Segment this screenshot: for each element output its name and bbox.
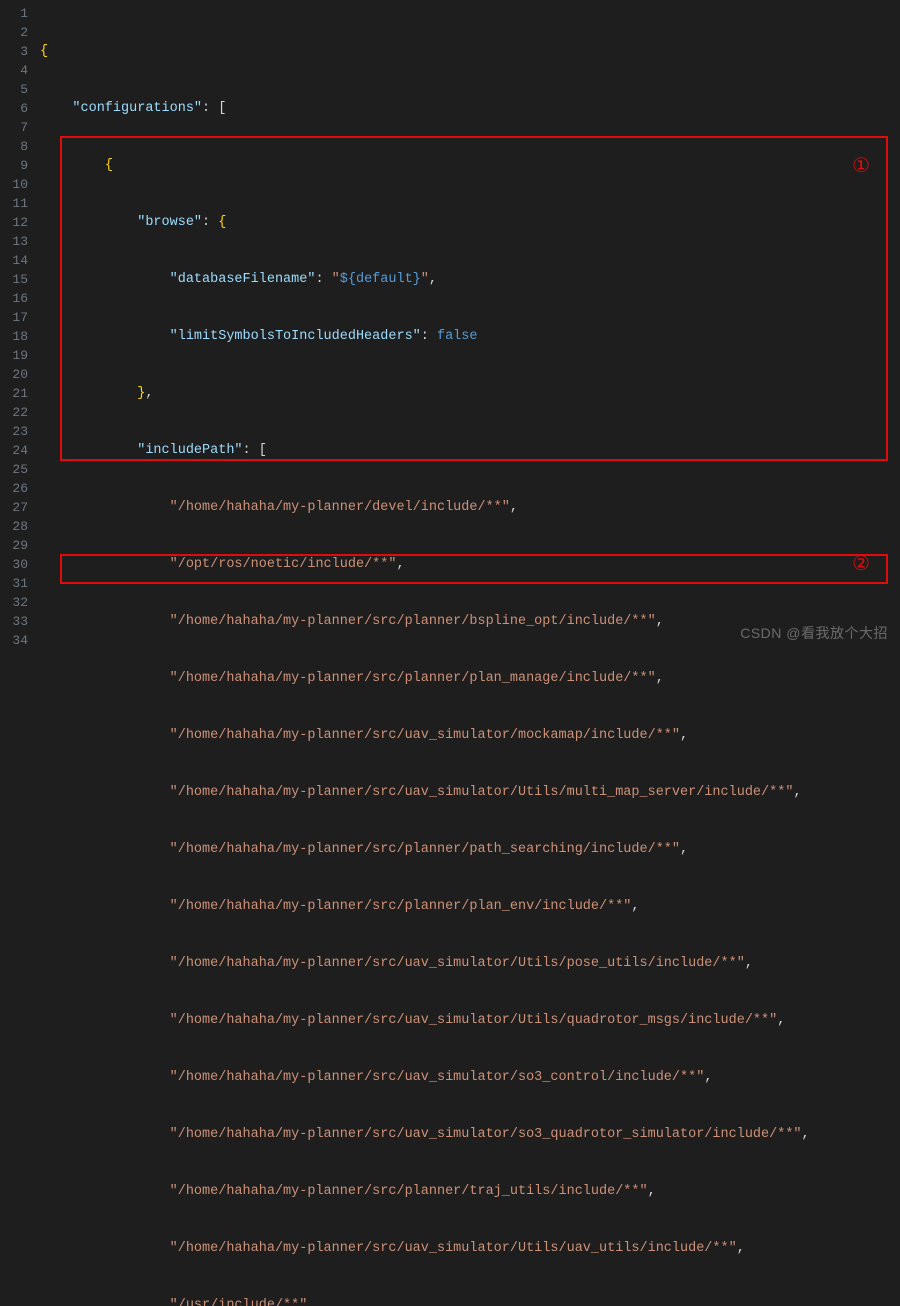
annotation-circle-2: ② [852,556,870,575]
key-browse: "browse" [137,215,202,230]
include-path: "/home/hahaha/my-planner/src/uav_simulat… [170,956,745,971]
line-number: 27 [4,498,28,517]
include-path: "/home/hahaha/my-planner/src/planner/bsp… [170,614,656,629]
line-number: 22 [4,403,28,422]
editor-pane: 1234567891011121314151617181920212223242… [0,0,900,653]
line-number: 24 [4,441,28,460]
line-number: 11 [4,194,28,213]
key-includePath: "includePath" [137,443,242,458]
key-databaseFilename: "databaseFilename" [170,272,316,287]
line-number: 34 [4,631,28,650]
include-path: "/home/hahaha/my-planner/devel/include/*… [170,500,510,515]
line-number: 26 [4,479,28,498]
line-number: 3 [4,42,28,61]
line-number: 6 [4,99,28,118]
line-number: 23 [4,422,28,441]
include-path: "/home/hahaha/my-planner/src/planner/tra… [170,1184,648,1199]
var-default: ${default} [340,272,421,287]
include-path: "/usr/include/**" [170,1298,308,1306]
include-path: "/home/hahaha/my-planner/src/uav_simulat… [170,1241,737,1256]
line-number: 12 [4,213,28,232]
include-path: "/home/hahaha/my-planner/src/uav_simulat… [170,785,794,800]
annotation-circle-1: ① [852,158,870,177]
line-gutter: 1234567891011121314151617181920212223242… [0,0,38,653]
line-number: 9 [4,156,28,175]
line-number: 33 [4,612,28,631]
include-path: "/home/hahaha/my-planner/src/uav_simulat… [170,1127,802,1142]
line-number: 13 [4,232,28,251]
line-number: 16 [4,289,28,308]
line-number: 1 [4,4,28,23]
line-number: 8 [4,137,28,156]
line-number: 5 [4,80,28,99]
include-path: "/home/hahaha/my-planner/src/uav_simulat… [170,728,680,743]
line-number: 30 [4,555,28,574]
line-number: 14 [4,251,28,270]
highlight-box-1 [60,136,888,461]
include-path: "/home/hahaha/my-planner/src/planner/pla… [170,671,656,686]
include-path: "/home/hahaha/my-planner/src/planner/pat… [170,842,680,857]
line-number: 21 [4,384,28,403]
line-number: 17 [4,308,28,327]
code-area[interactable]: { "configurations": [ { "browse": { "dat… [38,0,900,653]
include-path: "/home/hahaha/my-planner/src/uav_simulat… [170,1013,778,1028]
line-number: 32 [4,593,28,612]
include-path: "/opt/ros/noetic/include/**" [170,557,397,572]
line-number: 4 [4,61,28,80]
line-number: 15 [4,270,28,289]
line-number: 29 [4,536,28,555]
line-number: 20 [4,365,28,384]
include-path: "/home/hahaha/my-planner/src/planner/pla… [170,899,632,914]
line-number: 10 [4,175,28,194]
include-path: "/home/hahaha/my-planner/src/uav_simulat… [170,1070,705,1085]
line-number: 18 [4,327,28,346]
watermark-text: CSDN @看我放个大招 [740,623,888,643]
line-number: 25 [4,460,28,479]
line-number: 19 [4,346,28,365]
line-number: 28 [4,517,28,536]
key-configurations: "configurations" [72,101,202,116]
line-number: 31 [4,574,28,593]
key-limitSymbols: "limitSymbolsToIncludedHeaders" [170,329,421,344]
line-number: 7 [4,118,28,137]
value-false: false [437,329,478,344]
line-number: 2 [4,23,28,42]
